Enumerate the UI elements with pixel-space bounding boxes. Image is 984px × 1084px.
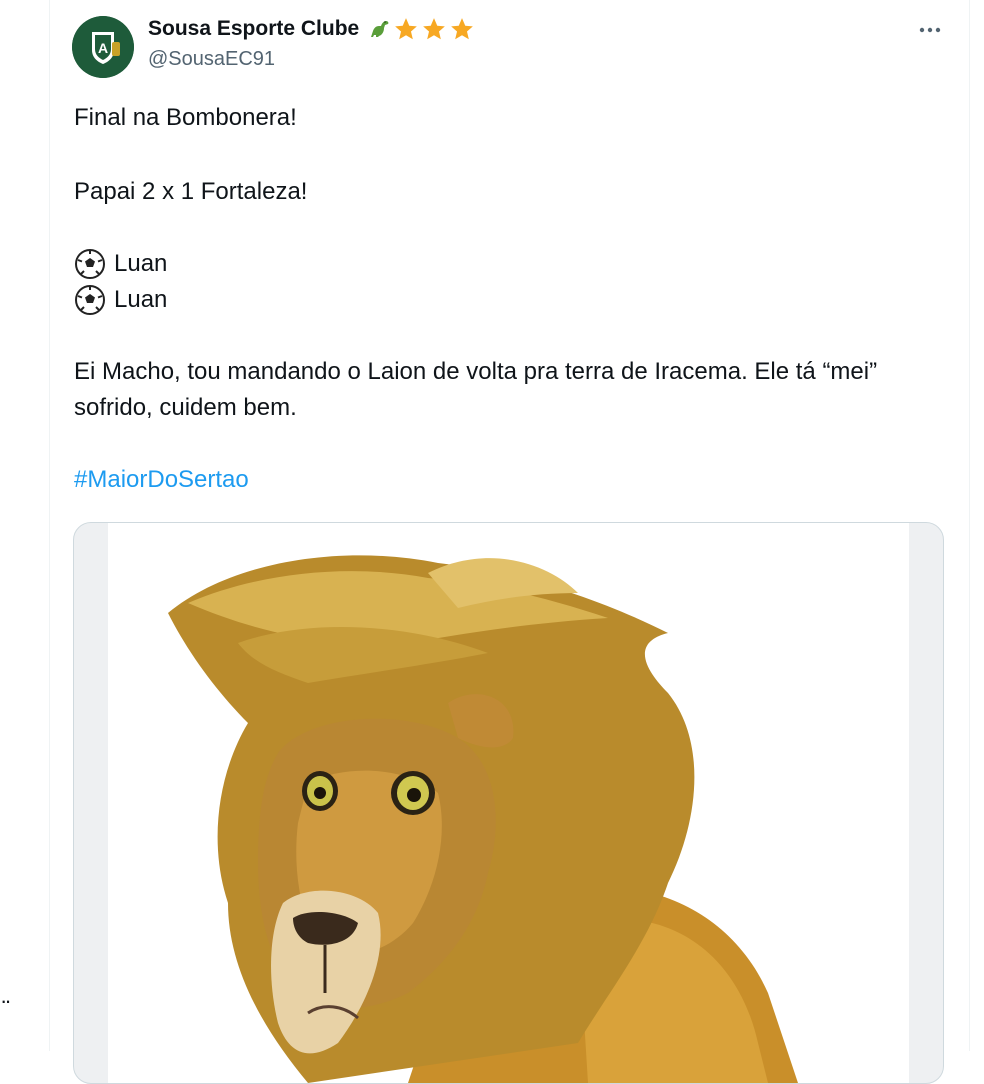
star-icon bbox=[423, 18, 446, 40]
lion-image bbox=[108, 523, 909, 1083]
avatar[interactable]: A bbox=[72, 16, 134, 78]
text-line: Ei Macho, tou mandando o Laion de volta … bbox=[74, 358, 878, 421]
dinosaur-icon bbox=[371, 21, 389, 37]
soccer-ball-icon bbox=[75, 285, 105, 315]
star-icon bbox=[395, 18, 418, 40]
goal-scorer: Luan bbox=[114, 286, 168, 313]
tweet-media[interactable] bbox=[73, 522, 944, 1084]
hashtag-link[interactable]: #MaiorDoSertao bbox=[74, 462, 914, 498]
more-options-icon[interactable] bbox=[914, 16, 946, 44]
goal-line: Luan bbox=[74, 246, 914, 282]
svg-text:A: A bbox=[98, 40, 108, 56]
goal-scorer: Luan bbox=[114, 250, 168, 277]
user-handle[interactable]: @SousaEC91 bbox=[148, 48, 275, 71]
text-line: Final na Bombonera! bbox=[74, 104, 297, 131]
display-name-text[interactable]: Sousa Esporte Clube bbox=[148, 17, 359, 41]
goal-line: Luan bbox=[74, 282, 914, 318]
text-line: Papai 2 x 1 Fortaleza! bbox=[74, 178, 308, 205]
side-more-icon[interactable]: ·· bbox=[0, 988, 12, 1014]
tweet-text: Final na Bombonera! Papai 2 x 1 Fortalez… bbox=[74, 100, 914, 498]
soccer-ball-icon bbox=[75, 249, 105, 279]
name-badges bbox=[367, 16, 475, 42]
display-name[interactable]: Sousa Esporte Clube bbox=[148, 16, 475, 42]
star-icon bbox=[451, 18, 474, 40]
